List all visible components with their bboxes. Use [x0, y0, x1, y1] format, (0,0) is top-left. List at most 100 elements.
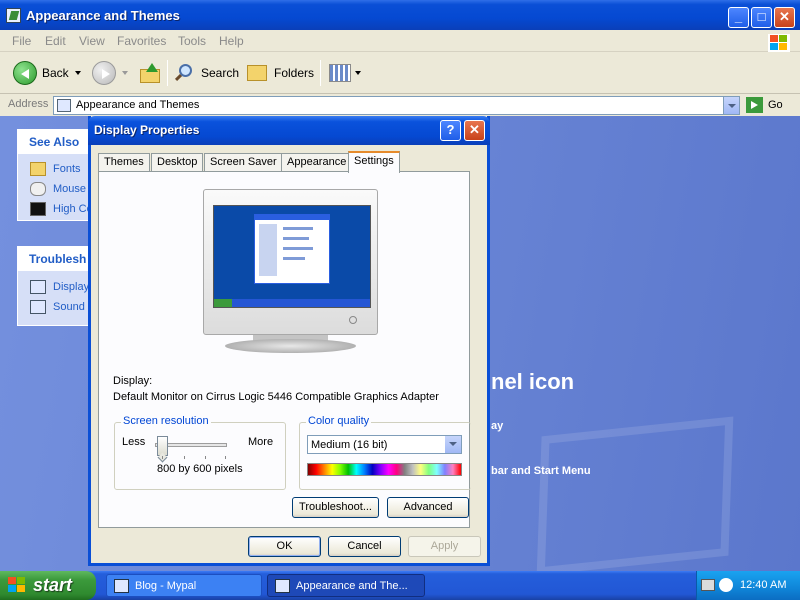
tab-screen-saver[interactable]: Screen Saver — [204, 153, 283, 172]
back-label: Back — [42, 66, 69, 80]
troubleshoot-button[interactable]: Troubleshoot... — [292, 497, 379, 518]
color-quality-value: Medium (16 bit) — [311, 439, 388, 451]
see-also-high-contrast-label: High Co — [53, 203, 93, 215]
fonts-folder-icon — [30, 162, 46, 176]
see-also-high-contrast[interactable]: High Co — [18, 199, 98, 219]
folders-label: Folders — [274, 66, 315, 80]
up-folder-icon — [140, 63, 162, 83]
menu-file[interactable]: File — [12, 34, 31, 48]
tab-appearance[interactable]: Appearance — [281, 153, 353, 172]
cancel-button[interactable]: Cancel — [328, 536, 401, 557]
taskbar: start Blog - Mypal Appearance and The...… — [0, 571, 800, 600]
taskbar-item-appearance[interactable]: Appearance and The... — [267, 574, 425, 597]
go-button[interactable]: Go — [746, 97, 783, 113]
help-icon — [30, 280, 46, 294]
monitor-preview-icon — [203, 189, 378, 353]
see-also-title[interactable]: See Also — [18, 130, 98, 154]
back-button[interactable]: Back — [13, 60, 81, 86]
troubleshoot-display-label: Display — [53, 281, 90, 293]
menu-view[interactable]: View — [79, 34, 105, 48]
address-field[interactable]: Appearance and Themes — [53, 96, 740, 115]
tab-settings[interactable]: Settings — [348, 151, 400, 173]
chevron-down-icon[interactable] — [445, 436, 461, 453]
menu-bar: File Edit View Favorites Tools Help — [0, 30, 800, 52]
pick-control-panel-heading: nel icon — [491, 369, 575, 394]
troubleshooters-title[interactable]: Troublesh — [18, 247, 98, 271]
views-icon — [329, 64, 351, 82]
help-button[interactable]: ? — [440, 120, 461, 141]
see-also-fonts[interactable]: Fonts — [18, 159, 98, 179]
address-dropdown-icon[interactable] — [723, 97, 739, 114]
clock: 12:40 AM — [740, 579, 787, 591]
forward-dropdown-icon[interactable] — [122, 71, 128, 75]
menu-edit[interactable]: Edit — [45, 34, 66, 48]
dialog-close-button[interactable]: ✕ — [464, 120, 485, 141]
taskbar-link-fragment[interactable]: bar and Start Menu — [491, 465, 591, 477]
taskbar-item-appearance-label: Appearance and The... — [296, 580, 408, 592]
troubleshoot-sound-label: Sound — [53, 301, 85, 313]
less-label: Less — [122, 436, 146, 448]
explorer-title: Appearance and Themes — [26, 8, 180, 23]
advanced-button[interactable]: Advanced — [387, 497, 469, 518]
resolution-slider-thumb[interactable] — [157, 436, 168, 456]
folders-button[interactable]: Folders — [247, 60, 314, 86]
see-also-fonts-label: Fonts — [53, 163, 81, 175]
color-quality-group: Color quality Medium (16 bit) — [299, 415, 471, 490]
control-panel-watermark-icon — [536, 416, 734, 576]
explorer-title-bar[interactable]: Appearance and Themes _ □ ✕ — [0, 0, 800, 30]
start-button[interactable]: start — [0, 571, 96, 600]
tab-themes[interactable]: Themes — [98, 153, 150, 172]
up-folder-button[interactable] — [140, 60, 162, 86]
keyboard-icon[interactable] — [701, 579, 715, 591]
views-dropdown-icon[interactable] — [355, 71, 361, 75]
menu-tools[interactable]: Tools — [178, 34, 206, 48]
taskbar-item-blog[interactable]: Blog - Mypal — [106, 574, 262, 597]
folders-icon — [247, 65, 267, 81]
views-button[interactable] — [329, 60, 361, 86]
tab-desktop[interactable]: Desktop — [151, 153, 204, 172]
settings-tab-page: Display: Default Monitor on Cirrus Logic… — [98, 171, 471, 528]
color-quality-select[interactable]: Medium (16 bit) — [307, 435, 462, 454]
close-button[interactable]: ✕ — [774, 7, 795, 28]
see-also-mouse-label: Mouse — [53, 183, 87, 195]
menu-help[interactable]: Help — [219, 34, 244, 48]
slider-ticks — [162, 456, 226, 459]
apply-button[interactable]: Apply — [408, 536, 481, 557]
maximize-button[interactable]: □ — [751, 7, 772, 28]
display-label: Display: — [113, 375, 153, 387]
search-button[interactable]: Search — [174, 60, 240, 86]
forward-button[interactable] — [92, 60, 128, 86]
more-label: More — [248, 436, 274, 448]
search-icon — [174, 64, 193, 82]
dialog-title-bar[interactable]: Display Properties ? ✕ — [88, 116, 490, 145]
dialog-title: Display Properties — [94, 123, 200, 137]
address-value: Appearance and Themes — [76, 99, 200, 111]
color-quality-label: Color quality — [306, 415, 372, 427]
back-dropdown-icon[interactable] — [74, 71, 81, 75]
toolbar: Back Search Folders — [0, 52, 800, 94]
mouse-icon — [30, 182, 46, 196]
display-link-fragment[interactable]: ay — [491, 420, 503, 432]
troubleshoot-display[interactable]: Display — [18, 277, 98, 297]
see-also-mouse[interactable]: Mouse — [18, 179, 98, 199]
browser-icon — [114, 579, 129, 593]
taskbar-item-blog-label: Blog - Mypal — [135, 580, 197, 592]
minimize-button[interactable]: _ — [728, 7, 749, 28]
display-properties-dialog: Display Properties ? ✕ Themes Desktop Sc… — [88, 116, 490, 566]
control-panel-icon — [275, 579, 290, 593]
screen-resolution-group: Screen resolution Less More 800 by 600 p… — [114, 415, 286, 490]
start-label: start — [33, 575, 73, 595]
control-panel-icon — [57, 99, 71, 112]
search-label: Search — [201, 66, 240, 80]
windows-flag-icon — [8, 577, 26, 593]
ok-button[interactable]: OK — [248, 536, 321, 557]
screen-preview — [213, 205, 371, 308]
high-contrast-icon — [30, 202, 46, 216]
address-bar: Address Appearance and Themes Go — [0, 94, 800, 116]
menu-favorites[interactable]: Favorites — [117, 34, 166, 48]
system-tray: 12:40 AM — [696, 571, 800, 600]
see-also-panel: See Also Fonts Mouse High Co — [17, 129, 99, 221]
forward-arrow-icon — [92, 61, 116, 85]
troubleshoot-sound[interactable]: Sound — [18, 297, 98, 317]
back-arrow-tray-icon[interactable] — [719, 578, 733, 592]
